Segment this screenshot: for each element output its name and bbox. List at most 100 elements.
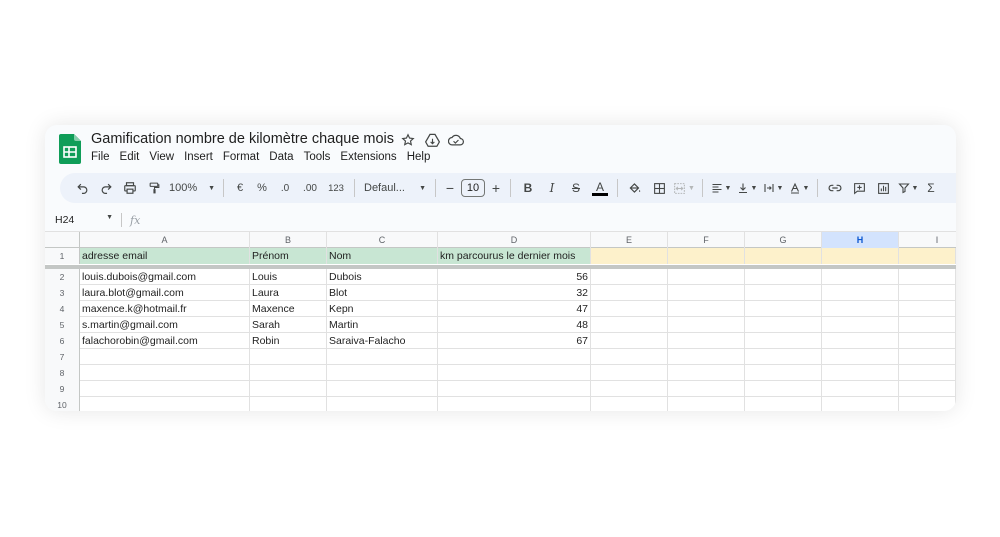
bold-button[interactable]: B bbox=[516, 176, 540, 200]
row-header[interactable]: 10 bbox=[45, 397, 80, 411]
cell-a8[interactable] bbox=[80, 365, 250, 381]
cell-g7[interactable] bbox=[745, 349, 822, 365]
cell-f10[interactable] bbox=[668, 397, 745, 411]
decrease-decimal-button[interactable]: .0 bbox=[273, 176, 297, 200]
cell-c7[interactable] bbox=[327, 349, 438, 365]
cell-b5[interactable]: Sarah bbox=[250, 317, 327, 333]
borders-icon[interactable] bbox=[647, 176, 671, 200]
select-all-corner[interactable] bbox=[45, 232, 80, 248]
redo-icon[interactable] bbox=[94, 176, 118, 200]
cell-i3[interactable] bbox=[899, 285, 956, 301]
cell-e10[interactable] bbox=[591, 397, 668, 411]
insert-link-icon[interactable] bbox=[823, 176, 847, 200]
cell-d8[interactable] bbox=[438, 365, 591, 381]
menu-tools[interactable]: Tools bbox=[299, 151, 336, 163]
more-formats-button[interactable]: 123 bbox=[323, 176, 349, 200]
cell-b9[interactable] bbox=[250, 381, 327, 397]
menu-help[interactable]: Help bbox=[402, 151, 436, 163]
font-size-input[interactable]: 10 bbox=[461, 179, 485, 197]
cell-f9[interactable] bbox=[668, 381, 745, 397]
cell-h2[interactable] bbox=[822, 269, 899, 285]
menu-file[interactable]: File bbox=[91, 151, 115, 163]
cell-a2[interactable]: louis.dubois@gmail.com bbox=[80, 269, 250, 285]
cell-c1[interactable]: Nom bbox=[327, 248, 438, 264]
cell-g8[interactable] bbox=[745, 365, 822, 381]
column-header-h[interactable]: H bbox=[822, 232, 899, 248]
paint-format-icon[interactable] bbox=[142, 176, 166, 200]
cell-i6[interactable] bbox=[899, 333, 956, 349]
cell-d4[interactable]: 47 bbox=[438, 301, 591, 317]
cell-c3[interactable]: Blot bbox=[327, 285, 438, 301]
menu-edit[interactable]: Edit bbox=[115, 151, 145, 163]
cell-f4[interactable] bbox=[668, 301, 745, 317]
cell-e9[interactable] bbox=[591, 381, 668, 397]
percent-format-button[interactable]: % bbox=[251, 176, 273, 200]
italic-button[interactable]: I bbox=[540, 176, 564, 200]
cell-e6[interactable] bbox=[591, 333, 668, 349]
cell-b1[interactable]: Prénom bbox=[250, 248, 327, 264]
menu-extensions[interactable]: Extensions bbox=[335, 151, 401, 163]
document-title[interactable]: Gamification nombre de kilomètre chaque … bbox=[91, 131, 394, 147]
cell-d2[interactable]: 56 bbox=[438, 269, 591, 285]
cell-e7[interactable] bbox=[591, 349, 668, 365]
cell-i9[interactable] bbox=[899, 381, 956, 397]
print-icon[interactable] bbox=[118, 176, 142, 200]
cell-c10[interactable] bbox=[327, 397, 438, 411]
cell-g2[interactable] bbox=[745, 269, 822, 285]
cell-f2[interactable] bbox=[668, 269, 745, 285]
menu-data[interactable]: Data bbox=[264, 151, 298, 163]
cell-a4[interactable]: maxence.k@hotmail.fr bbox=[80, 301, 250, 317]
insert-chart-icon[interactable] bbox=[871, 176, 895, 200]
cell-f6[interactable] bbox=[668, 333, 745, 349]
horizontal-align-icon[interactable]: ▼ bbox=[708, 176, 734, 200]
row-header[interactable]: 1 bbox=[45, 248, 80, 264]
star-icon[interactable] bbox=[399, 131, 417, 149]
column-header-f[interactable]: F bbox=[668, 232, 745, 248]
cell-b8[interactable] bbox=[250, 365, 327, 381]
cell-f8[interactable] bbox=[668, 365, 745, 381]
cell-f1[interactable] bbox=[668, 248, 745, 264]
insert-comment-icon[interactable] bbox=[847, 176, 871, 200]
cell-i5[interactable] bbox=[899, 317, 956, 333]
text-wrapping-icon[interactable]: ▼ bbox=[760, 176, 786, 200]
menu-format[interactable]: Format bbox=[218, 151, 264, 163]
cell-i10[interactable] bbox=[899, 397, 956, 411]
undo-icon[interactable] bbox=[70, 176, 94, 200]
cell-a3[interactable]: laura.blot@gmail.com bbox=[80, 285, 250, 301]
cell-d10[interactable] bbox=[438, 397, 591, 411]
cell-e4[interactable] bbox=[591, 301, 668, 317]
cell-h7[interactable] bbox=[822, 349, 899, 365]
row-header[interactable]: 7 bbox=[45, 349, 80, 365]
strikethrough-button[interactable]: S bbox=[564, 176, 588, 200]
merge-cells-icon[interactable]: ▼ bbox=[671, 176, 697, 200]
cell-g6[interactable] bbox=[745, 333, 822, 349]
cell-i1[interactable] bbox=[899, 248, 956, 264]
vertical-align-icon[interactable]: ▼ bbox=[734, 176, 760, 200]
cell-g4[interactable] bbox=[745, 301, 822, 317]
cell-g9[interactable] bbox=[745, 381, 822, 397]
row-header[interactable]: 2 bbox=[45, 269, 80, 285]
cell-e5[interactable] bbox=[591, 317, 668, 333]
cell-h10[interactable] bbox=[822, 397, 899, 411]
cell-c8[interactable] bbox=[327, 365, 438, 381]
cell-h6[interactable] bbox=[822, 333, 899, 349]
cell-c5[interactable]: Martin bbox=[327, 317, 438, 333]
cell-f3[interactable] bbox=[668, 285, 745, 301]
column-header-d[interactable]: D bbox=[438, 232, 591, 248]
zoom-select[interactable]: 100% ▼ bbox=[166, 176, 218, 200]
cell-d3[interactable]: 32 bbox=[438, 285, 591, 301]
cell-h8[interactable] bbox=[822, 365, 899, 381]
cell-g1[interactable] bbox=[745, 248, 822, 264]
cell-d1[interactable]: km parcourus le dernier mois bbox=[438, 248, 591, 264]
move-to-drive-icon[interactable] bbox=[423, 131, 441, 149]
column-header-g[interactable]: G bbox=[745, 232, 822, 248]
cell-d9[interactable] bbox=[438, 381, 591, 397]
cell-e1[interactable] bbox=[591, 248, 668, 264]
menu-insert[interactable]: Insert bbox=[179, 151, 218, 163]
cell-g5[interactable] bbox=[745, 317, 822, 333]
increase-decimal-button[interactable]: .00 bbox=[297, 176, 323, 200]
cell-d5[interactable]: 48 bbox=[438, 317, 591, 333]
currency-format-button[interactable]: € bbox=[229, 176, 251, 200]
spreadsheet-grid[interactable]: A B C D E F G H I 1 adresse email Prénom… bbox=[45, 231, 956, 411]
cell-b10[interactable] bbox=[250, 397, 327, 411]
